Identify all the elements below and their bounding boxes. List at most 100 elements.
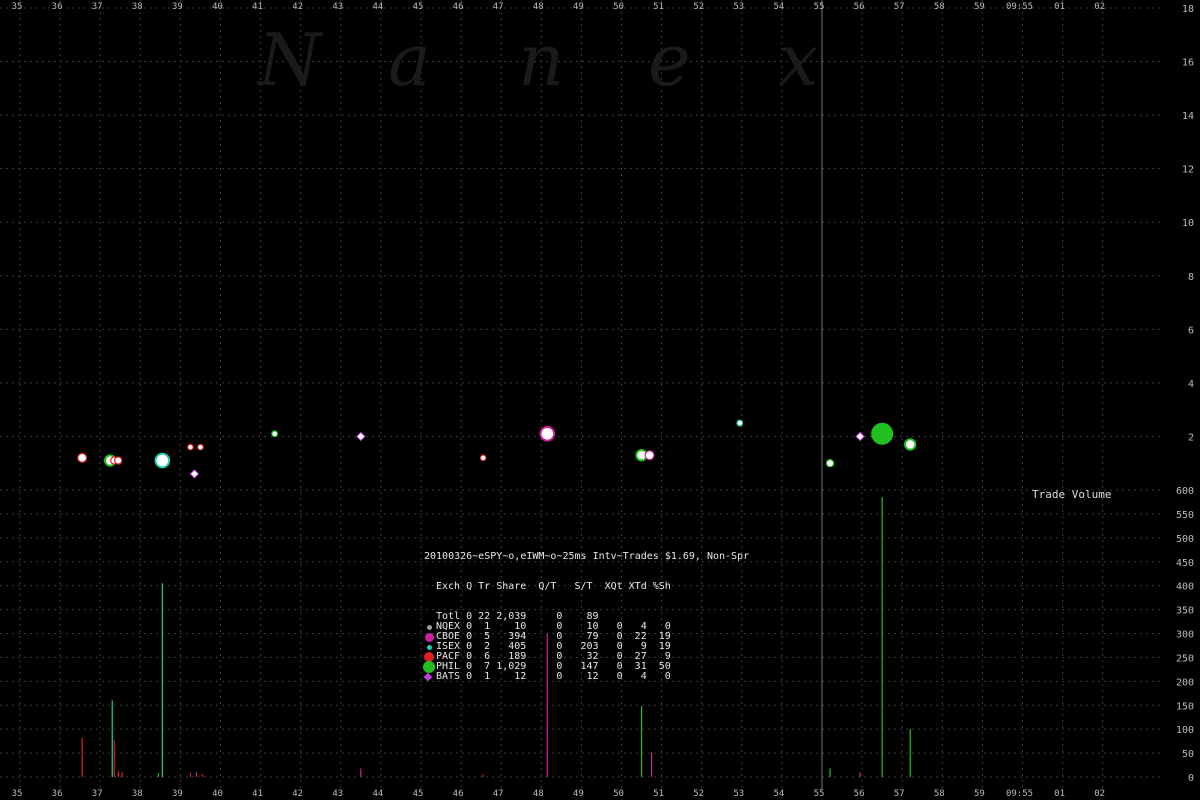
- legend-marker: [423, 672, 433, 682]
- x-tick-label: 57: [894, 789, 905, 799]
- x-tick-label: 52: [693, 2, 704, 12]
- x-tick-label: 02: [1094, 789, 1105, 799]
- x-tick-label: 36: [52, 2, 63, 12]
- volume-tick-label: 500: [1176, 534, 1194, 545]
- legend-marker: [424, 632, 434, 642]
- price-tick-label: 16: [1182, 58, 1194, 69]
- x-tick-label: 42: [292, 2, 303, 12]
- x-tick-label: 53: [733, 789, 744, 799]
- x-tick-label: 43: [332, 789, 343, 799]
- x-tick-label: 41: [252, 789, 263, 799]
- x-axis-bottom: 35 36 37 38 39 40 41 42 43 44 45 46 47 48 49 50 51 52 53 54…: [12, 789, 1106, 799]
- x-tick-label: 45: [413, 789, 424, 799]
- x-tick-label: 55: [814, 2, 825, 12]
- x-tick-label: 49: [573, 789, 584, 799]
- price-tick-label: 8: [1188, 272, 1194, 283]
- x-tick-label: 47: [493, 789, 504, 799]
- legend-marker: [426, 624, 432, 630]
- x-tick-label: 54: [773, 789, 784, 799]
- volume-tick-label: 100: [1176, 725, 1194, 736]
- x-tick-label: 44: [372, 2, 383, 12]
- price-axis: 2 4 6 8 10 12 14 16 18: [1182, 4, 1194, 443]
- trade-point: [187, 443, 194, 451]
- x-tick-label: 56: [854, 2, 865, 12]
- x-tick-label: 59: [974, 2, 985, 12]
- trade-point: [114, 456, 123, 465]
- x-tick-label: 45: [413, 2, 424, 12]
- legend-marker: [426, 644, 432, 650]
- price-tick-label: 2: [1188, 432, 1194, 443]
- volume-tick-label: 400: [1176, 582, 1194, 593]
- x-tick-label: 50: [613, 2, 624, 12]
- x-tick-label: 59: [974, 789, 985, 799]
- stats-title: 20100326~eSPY~o,eIWM~o~25ms Intv~Trades …: [424, 551, 750, 562]
- trade-point: [271, 430, 279, 438]
- x-tick-label: 43: [332, 2, 343, 12]
- volume-tick-label: 250: [1176, 653, 1194, 664]
- x-tick-label: 35: [12, 789, 23, 799]
- price-tick-label: 10: [1182, 218, 1194, 229]
- x-tick-label: 39: [172, 2, 183, 12]
- trade-point: [825, 459, 835, 468]
- x-tick-label: 42: [292, 789, 303, 799]
- watermark-letter: a: [388, 18, 431, 102]
- x-tick-label: 47: [493, 2, 504, 12]
- price-tick-label: 18: [1182, 4, 1194, 15]
- trade-point: [189, 469, 200, 479]
- x-tick-label: 54: [773, 2, 784, 12]
- volume-tick-label: 0: [1188, 773, 1194, 784]
- trade-point: [644, 450, 655, 461]
- x-tick-label: 58: [934, 2, 945, 12]
- stats-header: Exch Q Tr Share Q/T S/T XQt XTd %Sh: [436, 581, 671, 592]
- x-tick-label: 35: [12, 2, 23, 12]
- trade-point: [479, 454, 487, 462]
- trade-point: [855, 431, 865, 442]
- x-tick-label: 57: [894, 2, 905, 12]
- x-tick-label: 09:55: [1006, 789, 1033, 799]
- x-tick-label: 40: [212, 2, 223, 12]
- x-tick-label: 39: [172, 789, 183, 799]
- x-tick-label: 01: [1054, 2, 1065, 12]
- trade-point: [197, 443, 204, 451]
- volume-tick-label: 150: [1176, 701, 1194, 712]
- stats-rows: Totl 0 22 2,039 0 89 NQEX 0 1 10 0 10 0 4…: [423, 612, 749, 682]
- price-tick-label: 4: [1188, 379, 1194, 390]
- stats-row: BATS 0 1 12 0 12 0 4 0: [423, 671, 749, 682]
- x-tick-label: 38: [132, 789, 143, 799]
- volume-tick-label: 350: [1176, 606, 1194, 617]
- watermark-letter: n: [518, 18, 565, 102]
- volume-tick-label: 200: [1176, 677, 1194, 688]
- x-tick-label: 50: [613, 789, 624, 799]
- x-tick-label: 02: [1094, 2, 1105, 12]
- trade-point: [871, 422, 894, 445]
- trade-points: [77, 419, 917, 479]
- x-tick-label: 09:55: [1006, 2, 1033, 12]
- x-tick-label: 37: [92, 789, 103, 799]
- stats-table: 20100326~eSPY~o,eIWM~o~25ms Intv~Trades …: [423, 532, 750, 692]
- trade-point: [736, 419, 744, 427]
- x-tick-label: 51: [653, 789, 664, 799]
- volume-tick-label: 600: [1176, 486, 1194, 497]
- volume-tick-label: 450: [1176, 558, 1194, 569]
- volume-tick-label: 50: [1182, 749, 1194, 760]
- x-tick-label: 53: [733, 2, 744, 12]
- x-tick-label: 37: [92, 2, 103, 12]
- watermark-letter: N: [258, 18, 321, 102]
- x-tick-label: 40: [212, 789, 223, 799]
- x-tick-label: 46: [453, 789, 464, 799]
- x-tick-label: 01: [1054, 789, 1065, 799]
- x-tick-label: 56: [854, 789, 865, 799]
- price-tick-label: 6: [1188, 325, 1194, 336]
- watermark-letter: e: [648, 18, 691, 102]
- trade-point: [904, 438, 917, 451]
- x-tick-label: 48: [533, 2, 544, 12]
- x-tick-label: 38: [132, 2, 143, 12]
- stats-row-text: BATS 0 1 12 0 12 0 4 0: [436, 671, 671, 682]
- price-tick-label: 14: [1182, 111, 1194, 122]
- x-tick-label: 49: [573, 2, 584, 12]
- x-tick-label: 55: [814, 789, 825, 799]
- trade-point: [77, 452, 88, 463]
- x-tick-label: 41: [252, 2, 263, 12]
- volume-tick-label: 300: [1176, 630, 1194, 641]
- trade-point: [539, 425, 556, 442]
